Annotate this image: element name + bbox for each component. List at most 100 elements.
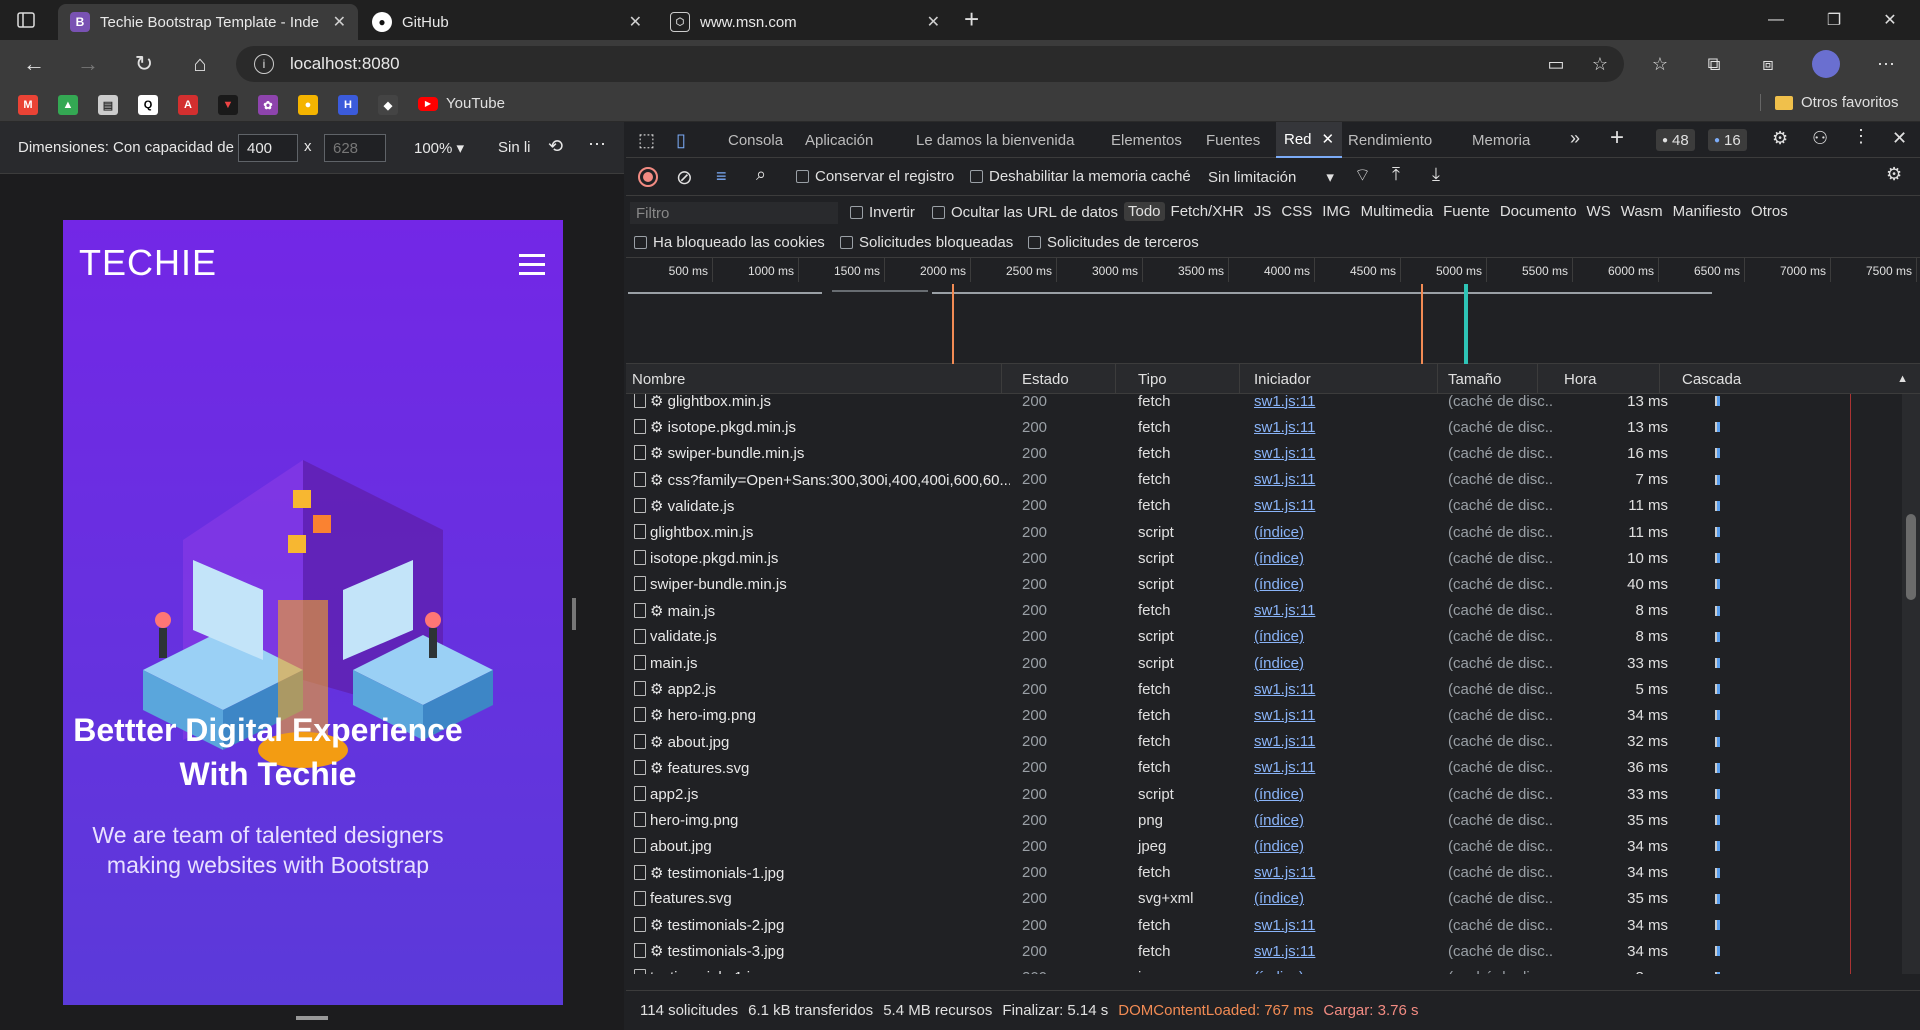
cell-initiator[interactable]: sw1.js:11 bbox=[1248, 729, 1438, 755]
info-icon[interactable]: i bbox=[254, 54, 274, 74]
refresh-button[interactable]: ↻ bbox=[126, 46, 162, 82]
inspect-icon[interactable]: ⬚ bbox=[638, 130, 655, 151]
zoom-select[interactable]: 100% ▾ bbox=[414, 139, 464, 157]
tab-aplicacion[interactable]: Aplicación bbox=[805, 122, 873, 158]
blocked-cookies-checkbox[interactable]: Ha bloqueado las cookies bbox=[634, 234, 825, 251]
col-nombre[interactable]: Nombre bbox=[626, 364, 1002, 394]
new-tab-button[interactable]: + bbox=[964, 4, 979, 35]
request-row[interactable]: about.jpg 200 jpeg (índice) (caché de disc..… bbox=[626, 833, 1902, 859]
blocked-requests-checkbox[interactable]: Solicitudes bloqueadas bbox=[840, 234, 1013, 251]
tab-consola[interactable]: Consola bbox=[728, 122, 783, 158]
site-logo[interactable]: TECHIE bbox=[79, 242, 217, 284]
more-menu-icon[interactable]: ⋯ bbox=[1870, 48, 1902, 80]
type-filter-js[interactable]: JS bbox=[1250, 202, 1276, 221]
request-row[interactable]: app2.js 200 script (índice) (caché de disc..… bbox=[626, 781, 1902, 807]
cell-initiator[interactable]: sw1.js:11 bbox=[1248, 598, 1438, 624]
bottom-resize-handle[interactable] bbox=[296, 1016, 328, 1020]
request-row[interactable]: ⚙ testimonials-3.jpg 200 fetch sw1.js:11 (ca… bbox=[626, 938, 1902, 964]
tab-msn[interactable]: ⬡ www.msn.com ✕ bbox=[658, 4, 952, 40]
forward-button[interactable]: → bbox=[70, 46, 106, 82]
type-filter-manifiesto[interactable]: Manifiesto bbox=[1669, 202, 1745, 221]
rotate-icon[interactable]: ⟲ bbox=[548, 136, 563, 157]
close-icon[interactable]: ✕ bbox=[629, 12, 642, 32]
cell-initiator[interactable]: (índice) bbox=[1248, 807, 1438, 833]
network-settings-icon[interactable]: ⚙ bbox=[1886, 164, 1902, 185]
request-row[interactable]: ⚙ testimonials-2.jpg 200 fetch sw1.js:11 (ca… bbox=[626, 912, 1902, 938]
col-estado[interactable]: Estado bbox=[1016, 364, 1116, 394]
filter-icon[interactable]: ≡ bbox=[716, 166, 727, 187]
bookmark-icon[interactable]: A bbox=[178, 95, 198, 115]
close-icon[interactable]: ✕ bbox=[1322, 130, 1335, 148]
type-filter-otros[interactable]: Otros bbox=[1747, 202, 1792, 221]
add-tab-icon[interactable]: + bbox=[1610, 124, 1624, 152]
type-filter-wasm[interactable]: Wasm bbox=[1617, 202, 1667, 221]
type-filter-todo[interactable]: Todo bbox=[1124, 202, 1165, 221]
request-row[interactable]: hero-img.png 200 png (índice) (caché de disc… bbox=[626, 807, 1902, 833]
disable-cache-checkbox[interactable]: Deshabilitar la memoria caché bbox=[970, 168, 1191, 185]
request-row[interactable]: ⚙ about.jpg 200 fetch sw1.js:11 (caché de di… bbox=[626, 729, 1902, 755]
col-tamano[interactable]: Tamaño bbox=[1442, 364, 1538, 394]
bookmark-icon[interactable]: H bbox=[338, 95, 358, 115]
type-filter-multimedia[interactable]: Multimedia bbox=[1357, 202, 1438, 221]
request-row[interactable]: ⚙ testimonials-1.jpg 200 fetch sw1.js:11 (ca… bbox=[626, 860, 1902, 886]
tab-bienvenida[interactable]: Le damos la bienvenida bbox=[916, 122, 1074, 158]
throttle-select[interactable]: Sin li bbox=[498, 139, 531, 156]
cell-initiator[interactable]: sw1.js:11 bbox=[1248, 493, 1438, 519]
third-party-checkbox[interactable]: Solicitudes de terceros bbox=[1028, 234, 1199, 251]
more-tabs-icon[interactable]: » bbox=[1570, 128, 1580, 149]
devtools-more-icon[interactable]: ⋮ bbox=[1852, 126, 1870, 147]
col-cascada[interactable]: Cascada ▲ bbox=[1676, 364, 1920, 394]
tab-techie[interactable]: B Techie Bootstrap Template - Inde ✕ bbox=[58, 4, 358, 40]
request-row[interactable]: ⚙ glightbox.min.js 200 fetch sw1.js:11 (cach… bbox=[626, 394, 1902, 414]
request-row[interactable]: isotope.pkgd.min.js 200 script (índice) (cac… bbox=[626, 545, 1902, 571]
hide-data-urls-checkbox[interactable]: Ocultar las URL de datos bbox=[932, 204, 1118, 221]
cell-initiator[interactable]: sw1.js:11 bbox=[1248, 467, 1438, 493]
cell-initiator[interactable]: sw1.js:11 bbox=[1248, 394, 1438, 414]
scrollbar-thumb[interactable] bbox=[1906, 514, 1916, 600]
tab-elementos[interactable]: Elementos bbox=[1111, 122, 1182, 158]
close-devtools-icon[interactable]: ✕ bbox=[1892, 128, 1907, 149]
request-row[interactable]: validate.js 200 script (índice) (caché de di… bbox=[626, 624, 1902, 650]
hamburger-menu-icon[interactable] bbox=[519, 254, 545, 275]
cell-initiator[interactable]: (índice) bbox=[1248, 964, 1438, 974]
cell-initiator[interactable]: (índice) bbox=[1248, 781, 1438, 807]
close-window-button[interactable]: ✕ bbox=[1862, 0, 1918, 40]
vertical-scrollbar[interactable] bbox=[1902, 394, 1920, 974]
cell-initiator[interactable]: (índice) bbox=[1248, 650, 1438, 676]
device-more-icon[interactable]: ⋯ bbox=[588, 134, 606, 155]
drive-icon[interactable]: ▲ bbox=[58, 95, 78, 115]
request-row[interactable]: main.js 200 script (índice) (caché de disc..… bbox=[626, 650, 1902, 676]
request-row[interactable]: ⚙ app2.js 200 fetch sw1.js:11 (caché de disc… bbox=[626, 676, 1902, 702]
type-filter-img[interactable]: IMG bbox=[1318, 202, 1354, 221]
other-favorites[interactable]: Otros favoritos bbox=[1760, 94, 1899, 111]
cell-initiator[interactable]: sw1.js:11 bbox=[1248, 860, 1438, 886]
vertical-resize-handle[interactable] bbox=[572, 598, 576, 630]
request-row[interactable]: ⚙ css?family=Open+Sans:300,300i,400,400i… bbox=[626, 467, 1902, 493]
import-har-icon[interactable]: ⤒ bbox=[1392, 164, 1400, 185]
request-row[interactable]: ⚙ main.js 200 fetch sw1.js:11 (caché de disc… bbox=[626, 598, 1902, 624]
preserve-log-checkbox[interactable]: Conservar el registro bbox=[796, 168, 954, 185]
extensions-icon[interactable]: ⧈ bbox=[1752, 48, 1784, 80]
request-row[interactable]: glightbox.min.js 200 script (índice) (caché … bbox=[626, 519, 1902, 545]
cell-initiator[interactable]: sw1.js:11 bbox=[1248, 676, 1438, 702]
favorites-icon[interactable]: ☆ bbox=[1644, 48, 1676, 80]
cell-initiator[interactable]: sw1.js:11 bbox=[1248, 440, 1438, 466]
cell-initiator[interactable]: (índice) bbox=[1248, 624, 1438, 650]
profile-avatar[interactable] bbox=[1810, 48, 1842, 80]
cell-initiator[interactable]: sw1.js:11 bbox=[1248, 938, 1438, 964]
request-row[interactable]: swiper-bundle.min.js 200 script (índice) (ca… bbox=[626, 571, 1902, 597]
cell-initiator[interactable]: sw1.js:11 bbox=[1248, 755, 1438, 781]
cell-initiator[interactable]: (índice) bbox=[1248, 833, 1438, 859]
height-input[interactable]: 628 bbox=[324, 134, 386, 162]
back-button[interactable]: ← bbox=[16, 46, 52, 82]
request-row[interactable]: testimonials-1.jpg 200 jpeg (índice) (caché … bbox=[626, 964, 1902, 974]
tab-fuentes[interactable]: Fuentes bbox=[1206, 122, 1260, 158]
tab-red[interactable]: Red ✕ bbox=[1276, 122, 1343, 158]
bookmark-icon[interactable]: ● bbox=[298, 95, 318, 115]
request-row[interactable]: ⚙ validate.js 200 fetch sw1.js:11 (caché de … bbox=[626, 493, 1902, 519]
request-row[interactable]: ⚙ swiper-bundle.min.js 200 fetch sw1.js:11 (… bbox=[626, 440, 1902, 466]
cell-initiator[interactable]: (índice) bbox=[1248, 886, 1438, 912]
settings-gear-icon[interactable]: ⚙ bbox=[1772, 128, 1788, 149]
request-row[interactable]: features.svg 200 svg+xml (índice) (caché de … bbox=[626, 886, 1902, 912]
tab-actions-icon[interactable] bbox=[14, 8, 38, 32]
